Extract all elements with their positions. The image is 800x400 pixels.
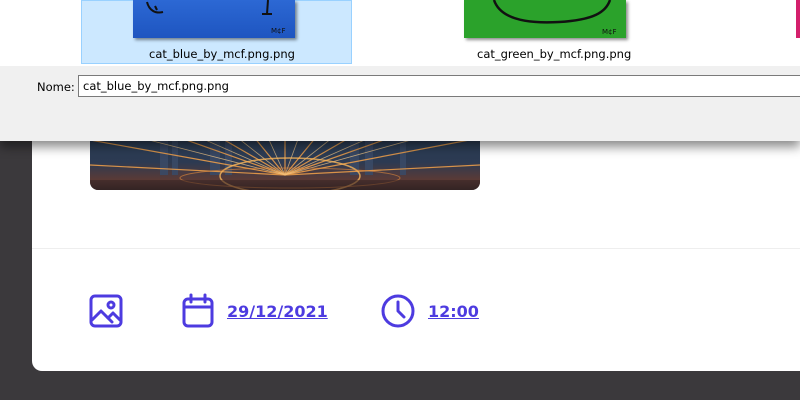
- file-thumbnail[interactable]: M¢F: [464, 0, 626, 38]
- clock-icon: [380, 293, 416, 329]
- date-link[interactable]: 29/12/2021: [227, 302, 328, 321]
- add-image-button[interactable]: [88, 291, 124, 331]
- thumbnail-signature: M¢F: [271, 27, 286, 35]
- file-thumbnail[interactable]: [796, 0, 800, 38]
- composer-divider: [32, 248, 800, 249]
- date-picker-button[interactable]: 29/12/2021: [181, 291, 328, 331]
- file-name-row: Nome:: [0, 74, 800, 100]
- image-icon: [88, 293, 124, 329]
- file-dialog: M¢F cat_blue_by_mcf.png.png M¢F cat_gree…: [0, 0, 800, 141]
- file-name-input[interactable]: [78, 75, 800, 97]
- file-name-label: cat_blue_by_mcf.png.png: [149, 47, 295, 61]
- time-link[interactable]: 12:00: [428, 302, 479, 321]
- thumbnail-signature: M¢F: [602, 28, 617, 36]
- file-thumbnail[interactable]: M¢F: [133, 0, 295, 38]
- time-picker-button[interactable]: 12:00: [380, 291, 479, 331]
- file-name-field-label: Nome:: [37, 80, 75, 94]
- file-name-label: cat_green_by_mcf.png.png: [477, 47, 632, 61]
- file-list: M¢F cat_blue_by_mcf.png.png M¢F cat_gree…: [0, 0, 800, 66]
- calendar-icon: [181, 293, 215, 329]
